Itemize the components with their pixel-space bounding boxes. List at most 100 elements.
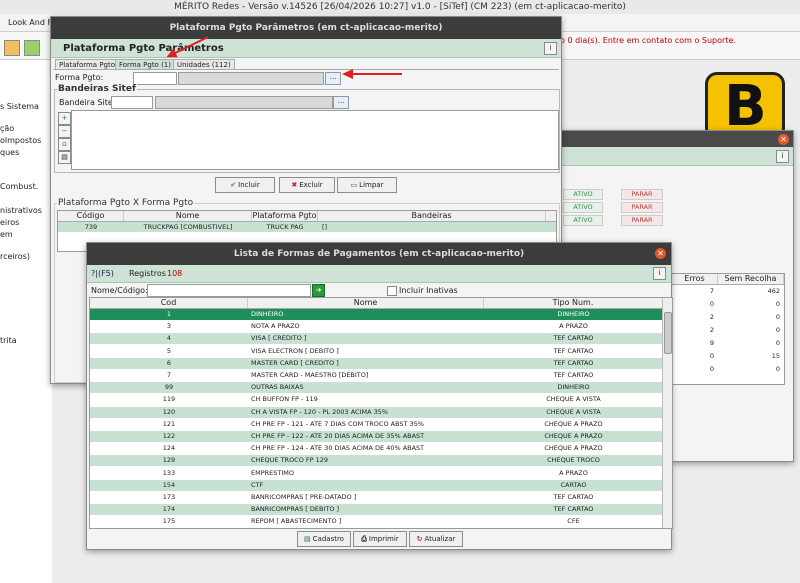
left-menu-item[interactable]: em xyxy=(0,230,13,239)
left-menu-item[interactable]: s Sistema xyxy=(0,102,39,111)
table-row[interactable]: 7 MASTER CARD - MAESTRO [DEBITO] TEF CARTA… xyxy=(90,370,663,381)
forma-pgto-code-input[interactable] xyxy=(133,72,177,85)
arrow-right-icon[interactable]: ➜ xyxy=(312,284,325,297)
background-window-titlebar xyxy=(561,131,793,147)
list-window-titlebar: Lista de Formas de Pagamentos (em ct-apl… xyxy=(87,243,671,265)
left-menu-item[interactable]: nistrativos xyxy=(0,206,42,215)
scrollbar[interactable] xyxy=(662,298,672,528)
stop-button[interactable]: PARAR xyxy=(621,189,663,200)
bandeiras-group-title: Bandeiras Sitef xyxy=(57,84,137,94)
left-menu-item[interactable]: ques xyxy=(0,148,19,157)
close-icon[interactable]: ✕ xyxy=(655,248,666,259)
left-menu: s Sistema ção olmpostos ques Combust. ni… xyxy=(0,60,52,583)
cell: A PRAZO xyxy=(559,468,588,477)
formas-grid: Cod Nome Tipo Num. 1 DINHEIRO DINHEIRO 3 NOT… xyxy=(89,297,673,529)
table-row[interactable]: 739 TRUCKPAG [COMBUSTIVEL] TRUCK PAG [] xyxy=(58,222,556,232)
cell: REPOM [ ABASTECIMENTO ] xyxy=(251,517,342,526)
table-row[interactable]: 174 BANRICOMPRAS [ DEBITO ] TEF CARTAO xyxy=(90,504,663,516)
toolbar-money-icon[interactable] xyxy=(24,40,40,56)
bandeiras-list[interactable] xyxy=(71,110,559,170)
background-window-header: i xyxy=(561,147,793,166)
cell: VISA ELECTRON [ DEBITO ] xyxy=(251,346,339,355)
filter-input[interactable] xyxy=(147,284,311,297)
cell: 1 xyxy=(166,310,172,318)
inativas-checkbox[interactable] xyxy=(387,286,397,296)
cell: 0 xyxy=(709,365,714,373)
cell: TEF CARTAO xyxy=(553,358,594,367)
cell: 7 xyxy=(709,287,714,295)
close-icon[interactable]: ✕ xyxy=(778,134,789,145)
cell: 173 xyxy=(162,493,176,501)
forma-pgto-label: Forma Pgto: xyxy=(55,73,104,82)
cell: 7 xyxy=(166,371,172,379)
cell: 462 xyxy=(767,287,780,295)
table-row[interactable]: 175 REPOM [ ABASTECIMENTO ] CFE xyxy=(90,516,663,528)
table-row[interactable]: 119 CH BUFFON FP - 119 CHEQUE A VISTA xyxy=(90,394,663,406)
param-window-title: Plataforma Pgto Parâmetros (em ct-aplica… xyxy=(169,23,443,33)
cell: CHEQUE A PRAZO xyxy=(544,432,603,440)
add-icon[interactable]: + xyxy=(58,112,71,125)
cadastro-button[interactable]: ▤ Cadastro xyxy=(297,531,351,547)
list-window-title: Lista de Formas de Pagamentos (em ct-apl… xyxy=(233,249,525,259)
table-row[interactable]: 6 MASTER CARD [ CREDITO ] TEF CARTAO xyxy=(90,357,663,369)
table-row[interactable]: 133 EMPRESTIMO A PRAZO xyxy=(90,467,663,479)
info-icon[interactable]: i xyxy=(544,42,557,55)
excluir-button[interactable]: ✖ Excluir xyxy=(279,177,335,193)
cadastro-label: Cadastro xyxy=(312,535,344,543)
cell: 739 xyxy=(84,223,98,231)
left-menu-item[interactable]: Combust. xyxy=(0,182,38,191)
bandeira-code-input[interactable] xyxy=(111,96,153,109)
cell: CTF xyxy=(251,480,264,489)
table-row[interactable]: 121 CH PRE FP - 121 - ATE 7 DIAS COM TROC… xyxy=(90,418,663,430)
forma-pgto-name-field xyxy=(178,72,324,85)
help-f5[interactable]: ?|(F5) xyxy=(91,269,114,278)
cell: 0 xyxy=(775,339,780,347)
table-row[interactable]: 1 DINHEIRO DINHEIRO xyxy=(90,309,663,320)
cell: CH A VISTA FP - 120 - PL 2003 ACIMA 35% xyxy=(251,407,389,416)
cell: BANRICOMPRAS [ PRE-DATADO ] xyxy=(251,493,357,501)
list-window: Lista de Formas de Pagamentos (em ct-apl… xyxy=(86,242,673,550)
left-menu-item[interactable]: eiros xyxy=(0,218,19,227)
left-menu-item[interactable]: trita xyxy=(0,336,17,345)
table-row[interactable]: 99 OUTRAS BAIXAS DINHEIRO xyxy=(90,382,663,394)
param-window-header: Plataforma Pgto Parâmetros i xyxy=(51,39,561,58)
table-row[interactable]: 120 CH A VISTA FP - 120 - PL 2003 ACIMA 3… xyxy=(90,406,663,418)
col-nome: Nome xyxy=(248,298,484,308)
annotation-arrow xyxy=(352,73,402,75)
left-menu-item[interactable]: olmpostos xyxy=(0,136,41,145)
table-row[interactable]: 122 CH PRE FP - 122 - ATE 20 DIAS ACIMA D… xyxy=(90,431,663,442)
toolbar-bee-icon[interactable] xyxy=(4,40,20,56)
remove-icon[interactable]: − xyxy=(58,125,71,138)
table-row[interactable]: 3 NOTA A PRAZO A PRAZO xyxy=(90,321,663,333)
bandeira-search-button[interactable]: ... xyxy=(333,96,349,109)
info-icon[interactable]: i xyxy=(653,267,666,280)
document-icon[interactable]: ▫ xyxy=(58,138,71,151)
table-row[interactable]: 154 CTF CARTAO xyxy=(90,479,663,491)
stop-button[interactable]: PARAR xyxy=(621,202,663,213)
incluir-button[interactable]: ✔ Incluir xyxy=(215,177,275,193)
table-row[interactable]: 4 VISA [ CREDITO ] TEF CARTAO xyxy=(90,333,663,345)
status-active: ATIVO xyxy=(563,202,603,213)
cell: 2 xyxy=(709,326,714,334)
bandeira-name-field xyxy=(155,96,333,109)
col-sem-recolha: Sem Recolha xyxy=(718,274,784,284)
filter-label: Nome/Código: xyxy=(91,286,148,295)
forma-pgto-search-button[interactable]: ... xyxy=(325,72,341,85)
limpar-button[interactable]: ▭ Limpar xyxy=(337,177,397,193)
cell: TEF CARTAO xyxy=(553,346,594,355)
table-row[interactable]: 5 VISA ELECTRON [ DEBITO ] TEF CARTAO xyxy=(90,345,663,357)
table-row[interactable]: 124 CH PRE FP - 124 - ATE 30 DIAS ACIMA D… xyxy=(90,443,663,455)
cell: 0 xyxy=(775,326,780,334)
imprimir-button[interactable]: ⎙ Imprimir xyxy=(353,531,407,547)
table-row[interactable]: 129 CHEQUE TROCO FP 129 CHEQUE TROCO xyxy=(90,455,663,467)
cell: A PRAZO xyxy=(559,322,588,331)
print-icon[interactable]: ▤ xyxy=(58,151,71,164)
left-menu-item[interactable]: ção xyxy=(0,124,14,133)
cell: CHEQUE TROCO FP 129 xyxy=(251,456,329,465)
left-menu-item[interactable]: rceiros) xyxy=(0,252,30,261)
info-icon[interactable]: i xyxy=(776,150,789,163)
stop-button[interactable]: PARAR xyxy=(621,215,663,226)
table-row[interactable]: 173 BANRICOMPRAS [ PRE-DATADO ] TEF CARTAO xyxy=(90,492,663,503)
cell: 0 xyxy=(775,300,780,308)
atualizar-button[interactable]: ↻ Atualizar xyxy=(409,531,463,547)
